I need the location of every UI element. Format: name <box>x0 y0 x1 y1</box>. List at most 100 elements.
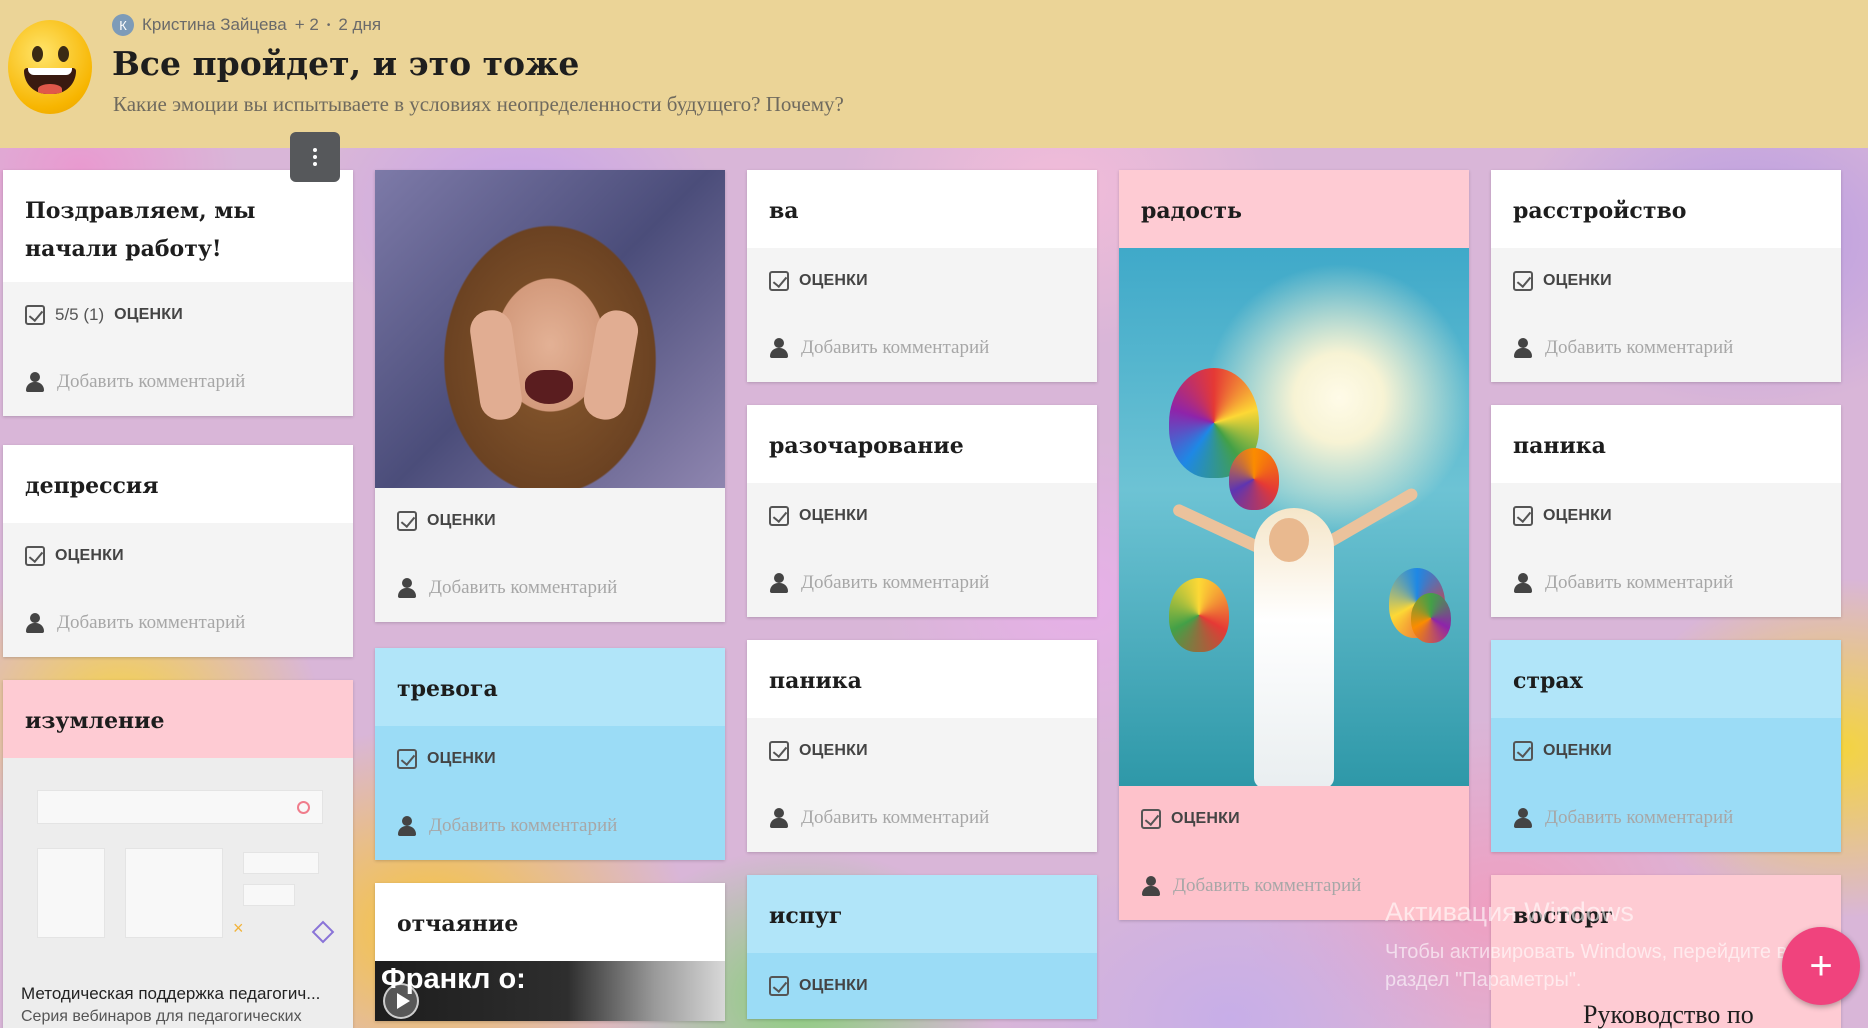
post-card-despair[interactable]: отчаяние Франкл о: <box>375 883 725 1021</box>
add-comment-field[interactable]: Добавить комментарий <box>1513 314 1819 382</box>
checkbox-icon <box>769 741 789 761</box>
post-title: страх <box>1513 668 1583 694</box>
ratings-label: ОЦЕНКИ <box>114 306 183 323</box>
add-comment-placeholder: Добавить комментарий <box>801 572 990 593</box>
add-comment-field[interactable]: Добавить комментарий <box>769 784 1075 852</box>
user-icon <box>1513 572 1533 594</box>
post-card-fright[interactable]: испуг ОЦЕНКИ <box>747 875 1097 1019</box>
ratings-label: ОЦЕНКИ <box>799 272 868 289</box>
rating-row[interactable]: ОЦЕНКИ <box>1513 718 1819 784</box>
rating-row[interactable]: ОЦЕНКИ <box>769 718 1075 784</box>
ratings-label: ОЦЕНКИ <box>799 507 868 524</box>
user-icon <box>25 371 45 393</box>
add-comment-field[interactable]: Добавить комментарий <box>1513 784 1819 852</box>
post-title: разочарование <box>769 433 964 459</box>
add-comment-field[interactable]: Добавить комментарий <box>1513 549 1819 617</box>
padlet-header: К Кристина Зайцева + 2 • 2 дня Все пройд… <box>0 0 1868 148</box>
add-comment-field[interactable]: Добавить комментарий <box>397 554 703 622</box>
rating-score: 5/5 (1) <box>55 305 105 324</box>
checkbox-icon <box>25 546 45 566</box>
post-card-joy[interactable]: радость ОЦЕНКИ Добавить комментарий <box>1119 170 1469 920</box>
post-title: расстройство <box>1513 198 1687 224</box>
add-comment-placeholder: Добавить комментарий <box>1173 875 1362 896</box>
ratings-label: ОЦЕНКИ <box>799 977 868 994</box>
play-icon[interactable] <box>383 983 419 1019</box>
add-comment-field[interactable]: Добавить комментарий <box>397 792 703 860</box>
add-comment-placeholder: Добавить комментарий <box>429 577 618 598</box>
user-icon <box>1513 337 1533 359</box>
add-comment-field[interactable]: Добавить комментарий <box>25 589 331 657</box>
add-comment-field[interactable]: Добавить комментарий <box>769 314 1075 382</box>
checkbox-icon <box>25 305 45 325</box>
post-card-amazement[interactable]: изумление × Методическая поддержка педаг… <box>3 680 353 1028</box>
add-comment-placeholder: Добавить комментарий <box>1545 807 1734 828</box>
ratings-label: ОЦЕНКИ <box>799 742 868 759</box>
ratings-label: ОЦЕНКИ <box>55 547 124 564</box>
post-title: изумление <box>25 708 165 734</box>
rating-row[interactable]: ОЦЕНКИ <box>1513 248 1819 314</box>
windows-activation-watermark: Активация Windows Чтобы активировать Win… <box>1385 897 1788 991</box>
board-title: Все пройдет, и это тоже <box>112 44 580 83</box>
add-post-button[interactable]: + <box>1782 927 1860 1005</box>
post-card-depression[interactable]: депрессия ОЦЕНКИ Добавить комментарий <box>3 445 353 657</box>
add-comment-placeholder: Добавить комментарий <box>57 612 246 633</box>
diamond-icon <box>311 920 335 944</box>
add-comment-field[interactable]: Добавить комментарий <box>25 348 331 416</box>
ratings-label: ОЦЕНКИ <box>1543 742 1612 759</box>
post-title: ва <box>769 198 799 224</box>
post-card-congrats[interactable]: Поздравляем, мы начали работу! 5/5 (1) О… <box>3 170 353 416</box>
post-title: паника <box>1513 433 1606 459</box>
post-title: тревога <box>397 676 498 702</box>
user-icon <box>397 577 417 599</box>
ratings-label: ОЦЕНКИ <box>427 750 496 767</box>
post-title: Поздравляем, мы начали работу! <box>25 198 256 262</box>
link-description: Серия вебинаров для педагогических <box>21 1008 302 1025</box>
rating-row[interactable]: ОЦЕНКИ <box>397 488 703 554</box>
checkbox-icon <box>1513 506 1533 526</box>
checkbox-icon <box>769 271 789 291</box>
post-card-disappointment[interactable]: разочарование ОЦЕНКИ Добавить комментари… <box>747 405 1097 617</box>
rating-row[interactable]: ОЦЕНКИ <box>25 523 331 589</box>
rating-row[interactable]: ОЦЕНКИ <box>769 248 1075 314</box>
post-card-fear[interactable]: страх ОЦЕНКИ Добавить комментарий <box>1491 640 1841 852</box>
post-card-woman-photo[interactable]: ОЦЕНКИ Добавить комментарий <box>375 170 725 622</box>
checkbox-icon <box>397 749 417 769</box>
author-name[interactable]: Кристина Зайцева <box>142 15 287 35</box>
rating-row[interactable]: ОЦЕНКИ <box>1141 786 1447 852</box>
time-ago: 2 дня <box>338 15 382 34</box>
user-icon <box>25 612 45 634</box>
ratings-label: ОЦЕНКИ <box>1543 272 1612 289</box>
post-card-frustration[interactable]: расстройство ОЦЕНКИ Добавить комментарий <box>1491 170 1841 382</box>
post-image[interactable] <box>1119 248 1469 786</box>
user-icon <box>769 337 789 359</box>
checkbox-icon <box>769 506 789 526</box>
board-subtitle: Какие эмоции вы испытываете в условиях н… <box>113 92 844 116</box>
author-avatar[interactable]: К <box>112 14 134 36</box>
checkbox-icon <box>1141 809 1161 829</box>
add-comment-placeholder: Добавить комментарий <box>429 815 618 836</box>
guide-link[interactable]: Руководство по <box>1583 1000 1754 1030</box>
post-more-options-icon[interactable] <box>290 132 340 182</box>
video-thumbnail[interactable]: Франкл о: <box>375 961 725 1021</box>
rating-row[interactable]: ОЦЕНКИ <box>1513 483 1819 549</box>
rating-row[interactable]: 5/5 (1) ОЦЕНКИ <box>25 282 331 348</box>
post-image[interactable] <box>375 170 725 488</box>
post-card-va[interactable]: ва ОЦЕНКИ Добавить комментарий <box>747 170 1097 382</box>
add-comment-placeholder: Добавить комментарий <box>1545 337 1734 358</box>
post-card-anxiety[interactable]: тревога ОЦЕНКИ Добавить комментарий <box>375 648 725 860</box>
post-title: радость <box>1141 198 1242 224</box>
post-card-panic[interactable]: паника ОЦЕНКИ Добавить комментарий <box>747 640 1097 852</box>
post-title: паника <box>769 668 862 694</box>
ratings-label: ОЦЕНКИ <box>1543 507 1612 524</box>
rating-row[interactable]: ОЦЕНКИ <box>397 726 703 792</box>
ratings-label: ОЦЕНКИ <box>427 512 496 529</box>
link-preview[interactable]: × Методическая поддержка педагогич... Се… <box>3 758 353 1028</box>
link-title[interactable]: Методическая поддержка педагогич... <box>21 984 341 1004</box>
checkbox-icon <box>769 976 789 996</box>
post-title: отчаяние <box>397 911 519 937</box>
checkbox-icon <box>397 511 417 531</box>
add-comment-field[interactable]: Добавить комментарий <box>769 549 1075 617</box>
post-card-panic[interactable]: паника ОЦЕНКИ Добавить комментарий <box>1491 405 1841 617</box>
rating-row[interactable]: ОЦЕНКИ <box>769 483 1075 549</box>
rating-row[interactable]: ОЦЕНКИ <box>769 953 1075 1019</box>
